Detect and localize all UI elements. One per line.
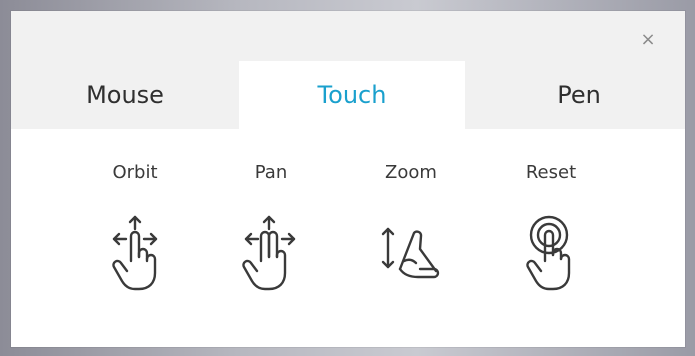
tab-pen[interactable]: Pen (489, 61, 669, 129)
controls-dialog: × Mouse Touch Pen Orbit Pan Zoom Reset (11, 11, 685, 347)
tap-icon (526, 215, 571, 291)
gesture-zoom: Zoom (351, 161, 471, 293)
gesture-orbit-label: Orbit (112, 162, 158, 183)
gesture-pan-label: Pan (254, 162, 288, 183)
tab-touch[interactable]: Touch (239, 61, 465, 129)
two-finger-drag-icon (242, 215, 296, 291)
gesture-orbit: Orbit (75, 161, 195, 293)
close-icon[interactable]: × (639, 31, 657, 49)
tab-mouse[interactable]: Mouse (35, 61, 215, 129)
one-finger-drag-icon (112, 215, 158, 291)
gesture-pan: Pan (211, 161, 331, 293)
pinch-zoom-icon (381, 227, 440, 279)
gesture-zoom-label: Zoom (385, 162, 437, 183)
gesture-reset: Reset (491, 161, 611, 293)
gesture-reset-label: Reset (525, 162, 577, 183)
tab-bar: × Mouse Touch Pen (11, 11, 685, 129)
